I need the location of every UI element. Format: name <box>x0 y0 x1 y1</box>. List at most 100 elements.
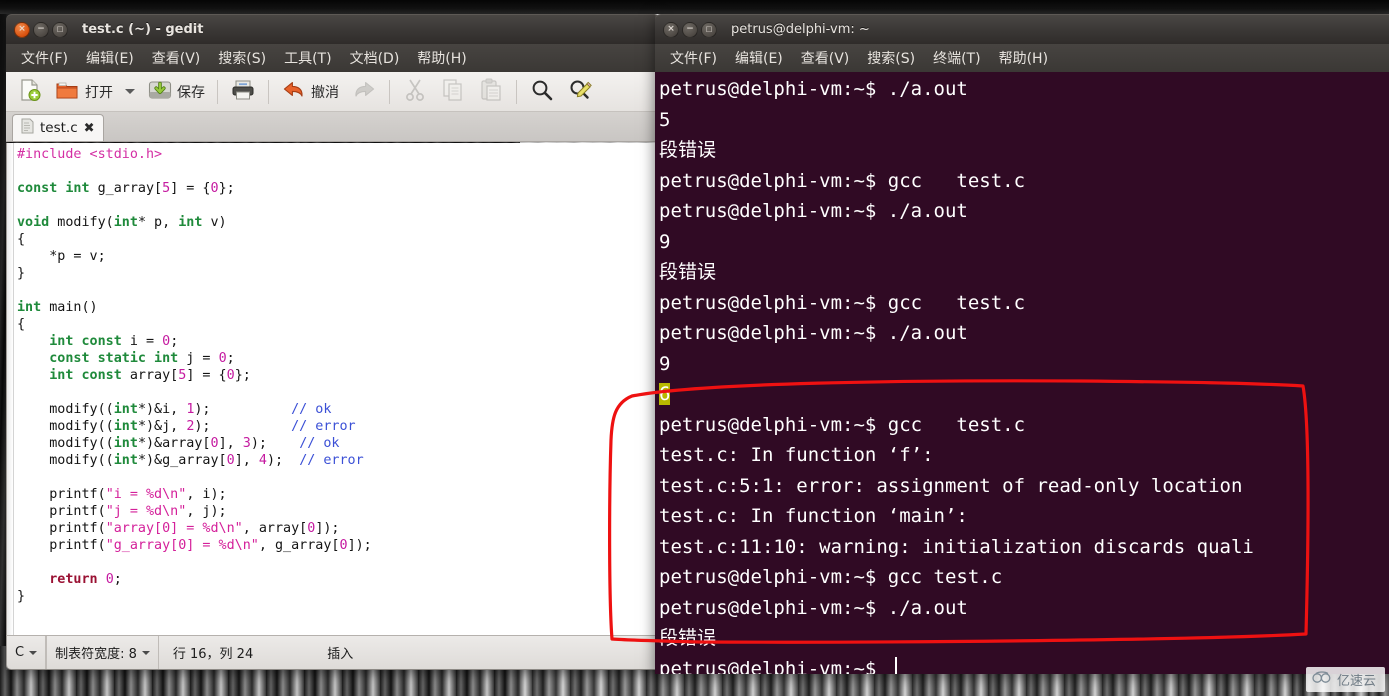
tab-test-c[interactable]: test.c ✖ <box>12 114 104 141</box>
terminal-line: test.c:5:1: error: assignment of read-on… <box>659 474 1243 497</box>
terminal-window[interactable]: × − □ petrus@delphi-vm: ~ 文件(F) 编辑(E) 查看… <box>655 14 1389 674</box>
gedit-window[interactable]: × − □ test.c (~) - gedit 文件(F) 编辑(E) 查看(… <box>6 14 660 670</box>
chevron-down-icon <box>141 650 150 655</box>
terminal-line: test.c: In function ‘f’: <box>659 444 934 466</box>
redo-icon <box>351 77 377 107</box>
code-line: { <box>17 317 26 332</box>
menu-help[interactable]: 帮助(H) <box>408 45 475 71</box>
code-line: return 0; <box>17 572 122 587</box>
find-replace-button[interactable] <box>562 75 598 109</box>
close-icon[interactable]: × <box>663 21 679 38</box>
language-label: C <box>15 645 25 660</box>
terminal-line: 9 <box>659 352 671 375</box>
new-document-button[interactable] <box>12 75 48 109</box>
save-button[interactable]: 保存 <box>142 75 210 109</box>
terminal-menubar[interactable]: 文件(F) 编辑(E) 查看(V) 搜索(S) 终端(T) 帮助(H) <box>655 44 1389 72</box>
terminal-output[interactable]: petrus@delphi-vm:~$ ./a.out 5 段错误 petrus@de… <box>655 72 1389 674</box>
maximize-icon[interactable]: □ <box>52 21 68 38</box>
terminal-line: petrus@delphi-vm:~$ ./a.out <box>659 200 968 222</box>
terminal-line: test.c:11:10: warning: initialization di… <box>659 535 1254 558</box>
code-line: printf("i = %d\n", i); <box>17 487 227 502</box>
menu-tools[interactable]: 工具(T) <box>275 45 340 71</box>
terminal-line: petrus@delphi-vm:~$ ./a.out <box>659 596 968 619</box>
print-icon <box>230 77 256 107</box>
code-line: const int g_array[5] = {0}; <box>17 181 235 196</box>
code-line: modify((int*)&array[0], 3); // ok <box>17 436 340 451</box>
code-line: int const i = 0; <box>17 334 179 349</box>
open-dropdown-button[interactable] <box>120 75 140 109</box>
terminal-line: 6 <box>659 383 671 405</box>
watermark-text: 亿速云 <box>1336 674 1376 689</box>
gedit-toolbar[interactable]: 打开 保存 撤消 <box>6 72 660 112</box>
terminal-line: test.c: In function ‘main’: <box>659 505 968 527</box>
gedit-editor-area[interactable]: #include <stdio.h> const int g_array[5] … <box>6 143 660 635</box>
terminal-titlebar[interactable]: × − □ petrus@delphi-vm: ~ <box>655 14 1389 44</box>
gedit-titlebar[interactable]: × − □ test.c (~) - gedit <box>6 14 660 44</box>
terminal-line: petrus@delphi-vm:~$ gcc test.c <box>659 413 1026 436</box>
cursor-position-label: 行 16，列 24 <box>172 647 254 662</box>
open-button[interactable]: 打开 <box>50 75 118 109</box>
search-button[interactable] <box>524 75 560 109</box>
menu-help[interactable]: 帮助(H) <box>990 45 1057 71</box>
menu-search[interactable]: 搜索(S) <box>858 45 924 71</box>
code-line: modify((int*)&i, 1); // ok <box>17 402 332 417</box>
minimize-icon[interactable]: − <box>33 21 49 38</box>
tab-width-selector[interactable]: 制表符宽度: 8 <box>46 636 159 669</box>
code-line: } <box>17 266 26 281</box>
menu-file[interactable]: 文件(F) <box>12 45 77 71</box>
minimize-icon[interactable]: − <box>682 21 698 38</box>
menu-view[interactable]: 查看(V) <box>143 45 210 71</box>
undo-button-label: 撤消 <box>311 84 339 101</box>
terminal-line: petrus@delphi-vm:~$ gcc test.c <box>659 169 1026 192</box>
code-line: void modify(int* p, int v) <box>17 215 227 230</box>
chevron-down-icon <box>125 89 135 94</box>
tab-close-icon[interactable]: ✖ <box>84 121 95 136</box>
menu-search[interactable]: 搜索(S) <box>209 45 275 71</box>
gedit-tab-bar[interactable]: test.c ✖ <box>6 112 660 142</box>
cut-button[interactable] <box>397 75 433 109</box>
print-button[interactable] <box>225 75 261 109</box>
terminal-window-title: petrus@delphi-vm: ~ <box>731 22 870 37</box>
menu-documents[interactable]: 文档(D) <box>341 45 409 71</box>
paste-icon <box>478 77 504 107</box>
terminal-line: petrus@delphi-vm:~$ <box>659 654 1389 674</box>
terminal-line: petrus@delphi-vm:~$ gcc test.c <box>659 291 1026 314</box>
terminal-line: petrus@delphi-vm:~$ gcc test.c <box>659 566 1003 588</box>
menu-terminal[interactable]: 终端(T) <box>924 45 989 71</box>
maximize-icon[interactable]: □ <box>701 21 717 38</box>
undo-button[interactable]: 撤消 <box>276 75 344 109</box>
code-line: printf("g_array[0] = %d\n", g_array[0]); <box>17 538 372 553</box>
terminal-line: 段错误 <box>659 627 717 649</box>
gedit-window-controls[interactable]: × − □ <box>14 21 68 38</box>
gedit-menubar[interactable]: 文件(F) 编辑(E) 查看(V) 搜索(S) 工具(T) 文档(D) 帮助(H… <box>6 44 660 72</box>
toolbar-separator-1 <box>217 79 218 104</box>
code-line: int const array[5] = {0}; <box>17 368 251 383</box>
undo-icon <box>281 77 307 107</box>
menu-file[interactable]: 文件(F) <box>661 45 726 71</box>
menu-view[interactable]: 查看(V) <box>792 45 859 71</box>
menu-edit[interactable]: 编辑(E) <box>726 45 792 71</box>
chevron-down-icon <box>29 650 38 655</box>
menu-edit[interactable]: 编辑(E) <box>77 45 143 71</box>
close-icon[interactable]: × <box>14 21 30 38</box>
copy-button[interactable] <box>435 75 471 109</box>
paste-button[interactable] <box>473 75 509 109</box>
toolbar-separator-4 <box>516 79 517 104</box>
save-button-label: 保存 <box>177 84 205 101</box>
code-line: modify((int*)&g_array[0], 4); // error <box>17 453 364 468</box>
code-line: printf("array[0] = %d\n", array[0]); <box>17 521 340 536</box>
redo-button[interactable] <box>346 75 382 109</box>
language-selector[interactable]: C <box>7 636 47 669</box>
code-line: int main() <box>17 300 98 315</box>
terminal-window-controls[interactable]: × − □ <box>663 21 717 38</box>
save-icon <box>147 77 173 107</box>
insert-mode-label: 插入 <box>327 647 354 662</box>
code-line: modify((int*)&j, 2); // error <box>17 419 356 434</box>
source-code-text[interactable]: #include <stdio.h> const int g_array[5] … <box>17 146 659 635</box>
code-line: const static int j = 0; <box>17 351 235 366</box>
